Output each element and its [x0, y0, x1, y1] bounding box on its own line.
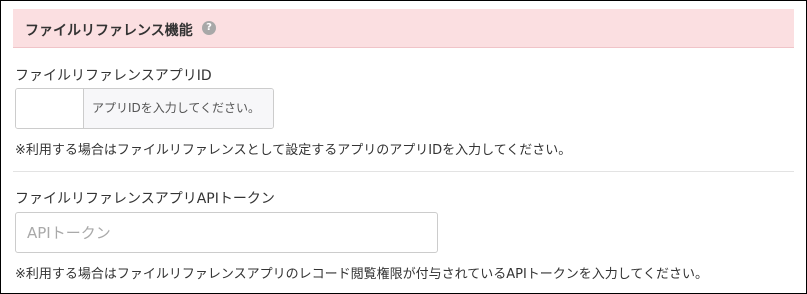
api-token-input[interactable]	[15, 212, 438, 253]
app-id-note: ※利用する場合はファイルリファレンスとして設定するアプリのアプリIDを入力してく…	[15, 143, 572, 158]
app-id-label: ファイルリファレンスアプリID	[15, 68, 212, 84]
section-divider	[13, 171, 794, 172]
settings-panel: ファイルリファレンス機能 ? ファイルリファレンスアプリID アプリIDを入力し…	[0, 0, 807, 294]
api-token-label: ファイルリファレンスアプリAPIトークン	[15, 191, 275, 207]
api-token-note: ※利用する場合はファイルリファレンスアプリのレコード閲覧権限が付与されているAP…	[15, 267, 709, 282]
section-title: ファイルリファレンス機能	[25, 23, 193, 39]
section-header: ファイルリファレンス機能 ?	[13, 9, 794, 48]
app-id-input[interactable]	[16, 89, 84, 128]
help-icon[interactable]: ?	[202, 21, 216, 35]
app-id-addon-hint: アプリIDを入力してください。	[84, 89, 273, 128]
app-id-input-group: アプリIDを入力してください。	[15, 88, 274, 129]
